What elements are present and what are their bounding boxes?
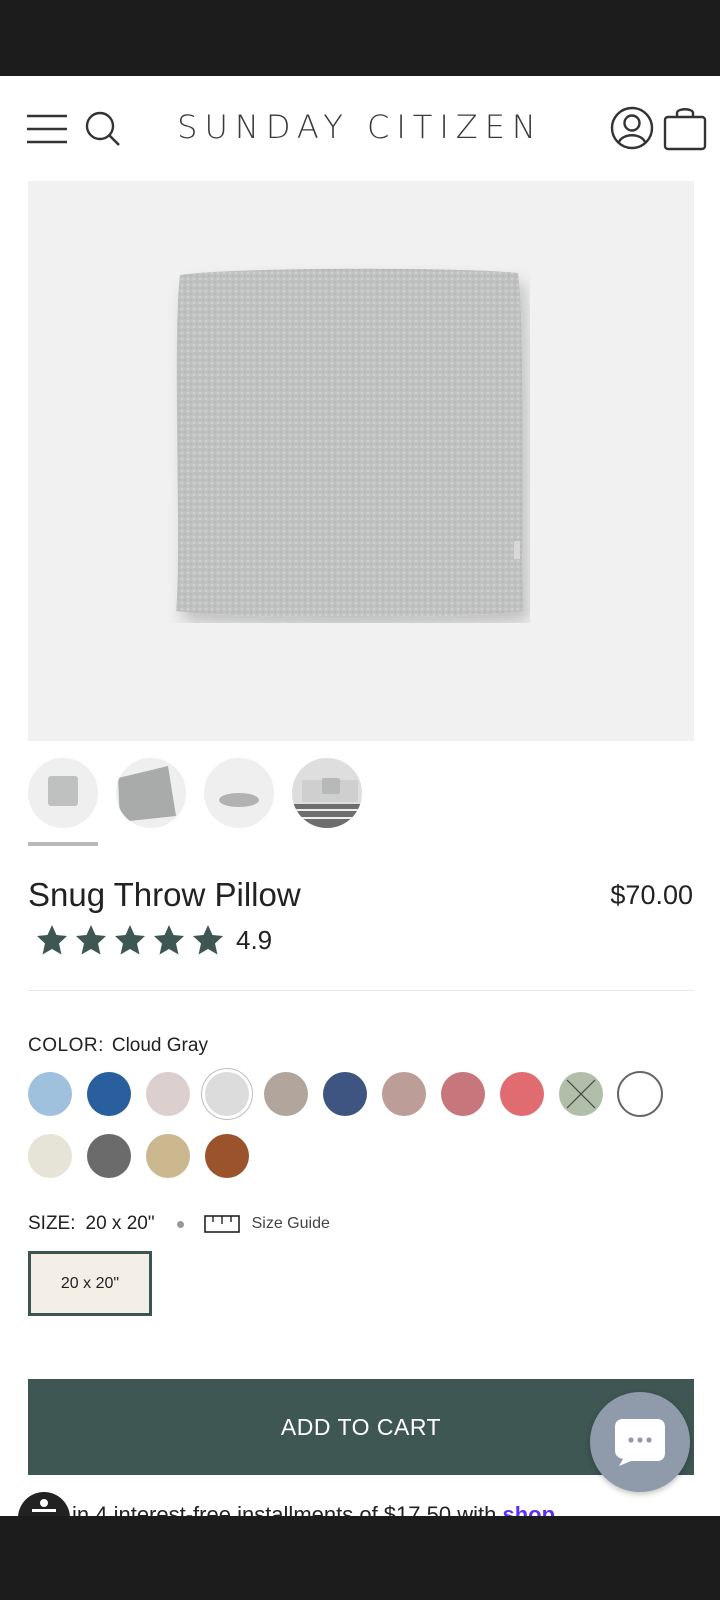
product-title: Snug Throw Pillow — [28, 876, 301, 913]
star-icon — [154, 925, 184, 955]
brand-logo[interactable]: SUNDAY CITIZEN — [150, 108, 570, 146]
star-icon — [37, 925, 67, 955]
color-swatch[interactable] — [87, 1134, 131, 1178]
color-swatch[interactable] — [87, 1072, 131, 1116]
user-account-icon[interactable] — [610, 106, 654, 150]
ruler-icon — [203, 1215, 240, 1233]
color-swatch[interactable] — [146, 1072, 190, 1116]
size-row: SIZE: 20 x 20" Size Guide — [28, 1213, 330, 1235]
site-header: SUNDAY CITIZEN — [0, 76, 720, 180]
color-swatch[interactable] — [28, 1072, 72, 1116]
product-main-image[interactable] — [28, 181, 694, 741]
star-icon — [193, 925, 223, 955]
selected-size: 20 x 20" — [85, 1213, 155, 1234]
system-navigation-bar — [0, 1516, 720, 1600]
search-icon[interactable] — [84, 110, 122, 148]
color-swatch-selected[interactable] — [205, 1072, 249, 1116]
rating-value: 4.9 — [236, 924, 273, 955]
thumbnail-pillow-on-sofa[interactable] — [292, 758, 362, 828]
color-heading: COLOR: — [28, 1035, 104, 1056]
color-swatch[interactable] — [441, 1072, 485, 1116]
selected-thumbnail-indicator — [28, 842, 98, 846]
size-heading: SIZE: — [28, 1213, 76, 1234]
star-icon — [115, 925, 145, 955]
product-price: $70.00 — [610, 880, 693, 910]
color-swatch[interactable] — [264, 1072, 308, 1116]
size-option-button[interactable]: 20 x 20" — [28, 1251, 152, 1316]
section-divider — [28, 990, 694, 991]
color-label: COLOR: Cloud Gray — [28, 1035, 208, 1057]
thumbnail-pillow-flat[interactable] — [204, 758, 274, 828]
status-bar — [0, 0, 720, 76]
color-swatch[interactable] — [617, 1071, 663, 1117]
pillow-image — [176, 268, 524, 617]
color-swatch[interactable] — [323, 1072, 367, 1116]
thumbnail-pillow-front[interactable] — [28, 758, 98, 828]
color-swatch[interactable] — [382, 1072, 426, 1116]
unavailable-cross-icon — [566, 1079, 596, 1109]
hamburger-menu-icon[interactable] — [26, 112, 68, 146]
selected-color: Cloud Gray — [111, 1035, 208, 1056]
product-rating[interactable]: 4.9 — [36, 924, 272, 956]
chat-bubble-icon — [615, 1419, 665, 1466]
separator-dot — [176, 1220, 184, 1228]
color-swatch[interactable] — [28, 1134, 72, 1178]
color-swatch[interactable] — [205, 1134, 249, 1178]
star-icon — [76, 925, 106, 955]
size-guide-link[interactable]: Size Guide — [252, 1215, 330, 1233]
color-swatch[interactable] — [146, 1134, 190, 1178]
shopping-bag-icon[interactable] — [662, 104, 708, 152]
chat-widget-button[interactable] — [590, 1392, 690, 1492]
color-swatch[interactable] — [500, 1072, 544, 1116]
thumbnail-pillow-angled[interactable] — [116, 758, 186, 828]
color-swatch-unavailable[interactable] — [559, 1072, 603, 1116]
